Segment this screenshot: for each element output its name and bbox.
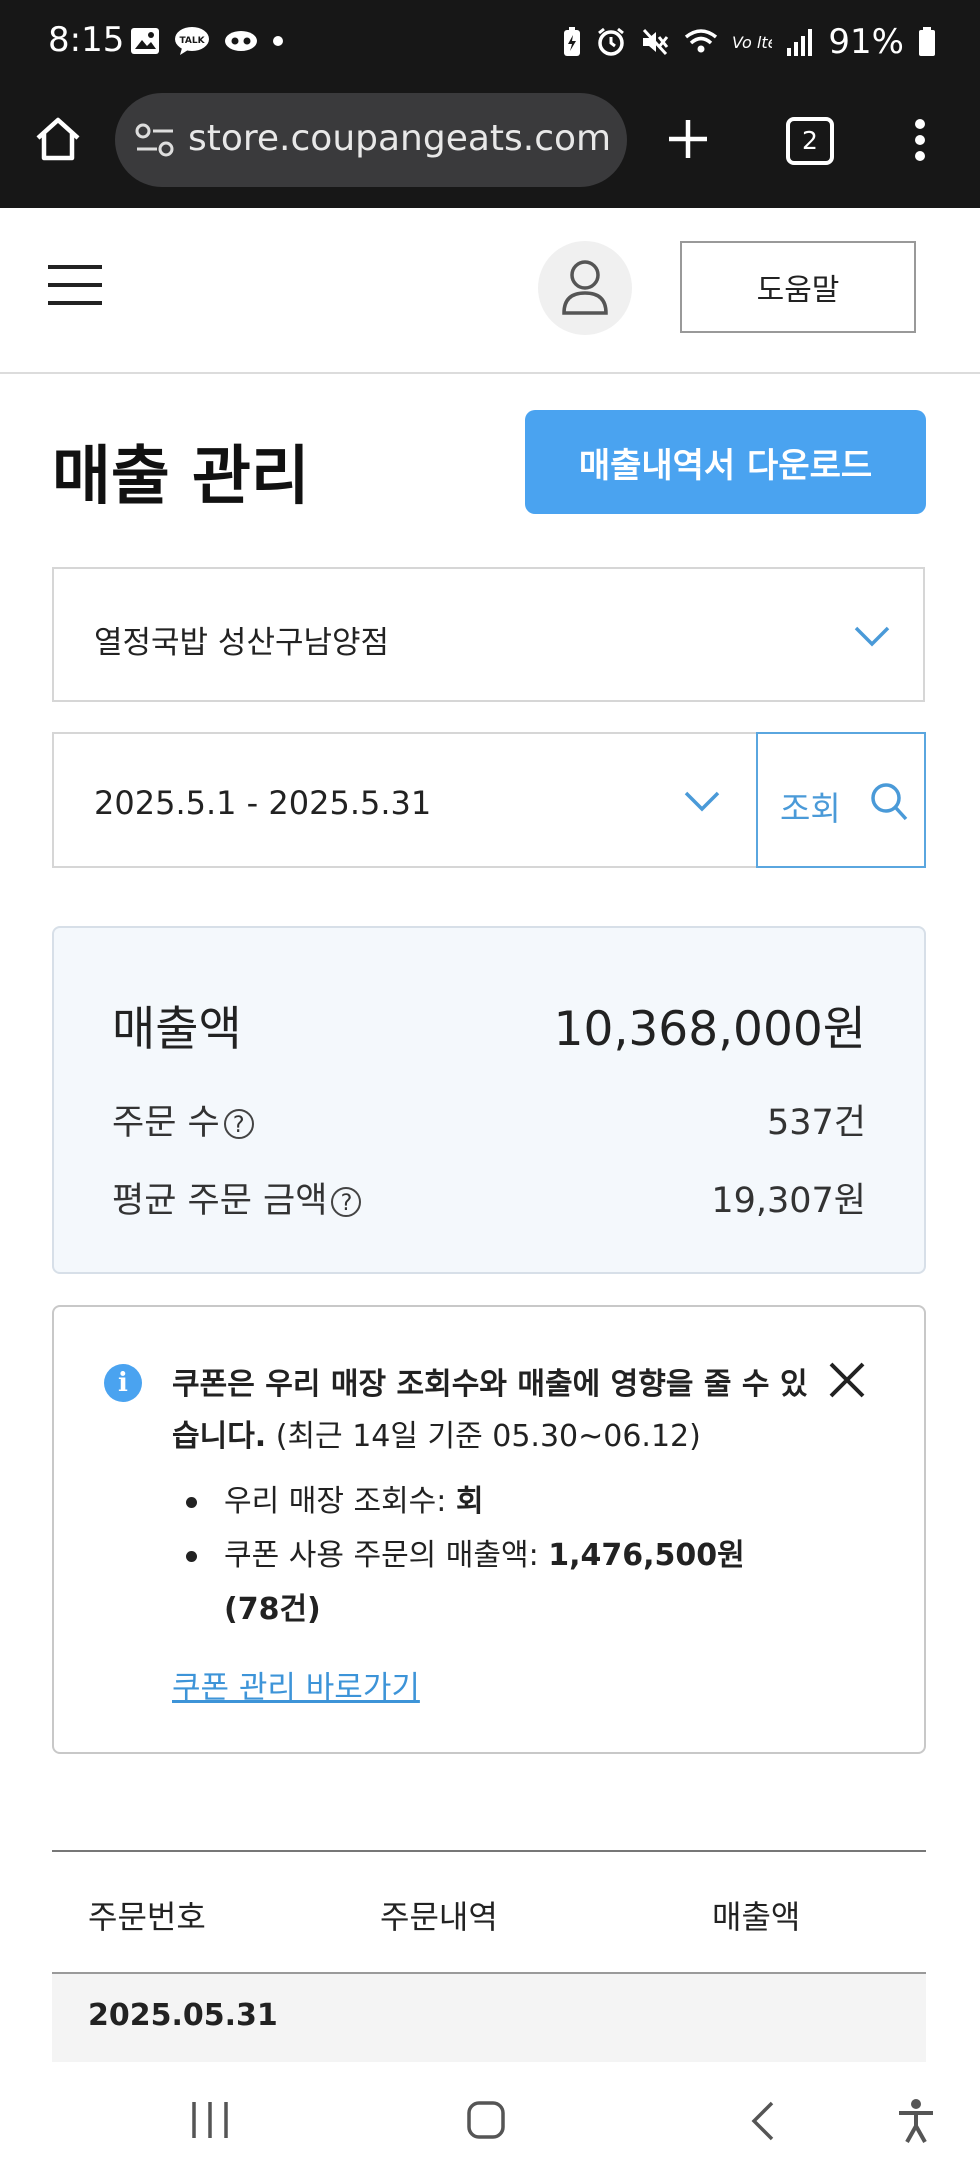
download-sales-report-button[interactable]: 매출내역서 다운로드	[525, 410, 926, 514]
volte-icon: Vo lte	[732, 33, 772, 52]
sales-total-row: 매출액 10,368,000원	[112, 990, 866, 1059]
home-button-icon[interactable]	[466, 2100, 506, 2140]
average-order-value: 19,307원	[711, 1181, 866, 1221]
tab-count: 2	[802, 126, 818, 155]
order-count-label: 주문 수	[112, 1103, 220, 1143]
column-header-order-number: 주문번호	[88, 1898, 206, 1936]
coupon-notice: i 쿠폰은 우리 매장 조회수와 매출에 영향을 줄 수 있습니다. (최근 1…	[52, 1305, 926, 1754]
chevron-down-icon	[854, 626, 890, 647]
column-header-order-details: 주문내역	[380, 1898, 498, 1936]
app-notification-icon	[225, 31, 257, 51]
kakaotalk-icon: TALK	[175, 27, 209, 55]
help-circle-icon[interactable]: ?	[223, 1109, 254, 1139]
wifi-icon	[685, 29, 718, 53]
more-options-icon[interactable]	[914, 118, 926, 162]
accessibility-icon[interactable]	[896, 2098, 936, 2144]
address-bar[interactable]: store.coupangeats.com	[115, 93, 627, 187]
notice-period: (최근 14일 기준 05.30~06.12)	[275, 1419, 701, 1454]
avatar[interactable]	[538, 241, 632, 335]
system-navigation-bar	[0, 2062, 980, 2177]
list-item: 쿠폰 사용 주문의 매출액: 1,476,500원 (78건)	[172, 1529, 792, 1637]
close-icon[interactable]	[824, 1357, 870, 1403]
coupon-sales-label: 쿠폰 사용 주문의 매출액:	[224, 1538, 539, 1573]
system-icons: Vo lte 91%	[562, 22, 936, 62]
info-icon: i	[104, 1364, 142, 1402]
hamburger-menu-icon[interactable]	[48, 264, 102, 306]
average-order-label: 평균 주문 금액	[112, 1181, 328, 1221]
date-range-value: 2025.5.1 - 2025.5.31	[94, 784, 432, 822]
home-icon[interactable]	[34, 116, 82, 162]
store-select[interactable]: 열정국밥 성산구남양점	[52, 567, 925, 702]
notification-icons: TALK	[130, 26, 284, 56]
battery-icon	[919, 27, 935, 56]
store-select-value: 열정국밥 성산구남양점	[94, 625, 390, 661]
store-views-label: 우리 매장 조회수:	[224, 1484, 447, 1519]
notice-details: 우리 매장 조회수: 회 쿠폰 사용 주문의 매출액: 1,476,500원 (…	[172, 1475, 792, 1637]
date-range-select[interactable]: 2025.5.1 - 2025.5.31	[52, 732, 758, 868]
svg-text:TALK: TALK	[179, 36, 205, 46]
gallery-icon	[131, 28, 159, 54]
recent-apps-icon[interactable]	[190, 2100, 230, 2140]
average-order-row: 평균 주문 금액? 19,307원	[112, 1172, 866, 1223]
date-group-label: 2025.05.31	[88, 1998, 278, 2033]
date-group-row: 2025.05.31	[52, 1974, 926, 2062]
signal-icon	[787, 29, 813, 56]
battery-saver-icon	[564, 27, 581, 56]
sales-total-value: 10,368,000원	[553, 1002, 866, 1057]
url-text: store.coupangeats.com	[188, 118, 612, 159]
page-title: 매출 관리	[52, 440, 310, 514]
search-icon	[871, 783, 908, 821]
browser-toolbar: store.coupangeats.com 2	[0, 90, 980, 208]
new-tab-icon[interactable]	[667, 118, 709, 160]
column-header-sales: 매출액	[712, 1898, 801, 1936]
user-icon	[562, 260, 608, 315]
alarm-icon	[598, 27, 625, 56]
coupon-management-link[interactable]: 쿠폰 관리 바로가기	[172, 1662, 420, 1707]
battery-percentage: 91%	[828, 22, 904, 62]
status-bar: 8:15 TALK Vo lte 91%	[0, 0, 980, 90]
orders-table-header: 주문번호 주문내역 매출액	[52, 1850, 926, 1974]
search-button-label: 조회	[780, 789, 841, 828]
sales-summary-card: 매출액 10,368,000원 주문 수? 537건 평균 주문 금액? 19,…	[52, 926, 926, 1274]
notice-message: 쿠폰은 우리 매장 조회수와 매출에 영향을 줄 수 있습니다. (최근 14일…	[172, 1359, 812, 1463]
order-count-row: 주문 수? 537건	[112, 1094, 866, 1145]
back-icon[interactable]	[748, 2100, 776, 2142]
status-time: 8:15	[48, 20, 125, 60]
help-button[interactable]: 도움말	[680, 241, 916, 333]
sales-total-label: 매출액	[112, 1002, 242, 1057]
list-item: 우리 매장 조회수: 회	[172, 1475, 792, 1529]
store-views-value: 회	[455, 1484, 484, 1519]
order-count-value: 537건	[766, 1103, 866, 1143]
tab-switcher-button[interactable]: 2	[786, 117, 834, 165]
site-settings-icon[interactable]	[135, 123, 175, 157]
chevron-down-icon	[684, 791, 720, 812]
site-header: 도움말	[0, 208, 980, 374]
help-circle-icon[interactable]: ?	[331, 1187, 362, 1217]
more-notifications-dot-icon	[273, 36, 283, 46]
search-button[interactable]: 조회	[756, 732, 926, 868]
svg-text:Vo lte: Vo lte	[732, 33, 772, 52]
mute-icon	[643, 28, 669, 56]
